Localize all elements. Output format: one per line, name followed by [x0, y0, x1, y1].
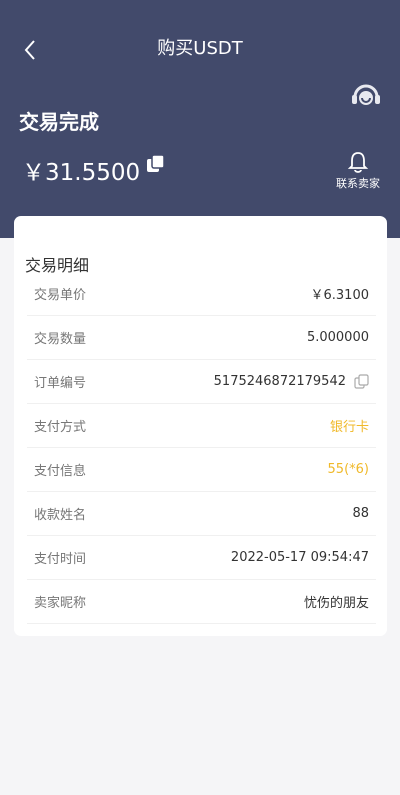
- detail-label: 支付信息: [34, 464, 87, 479]
- detail-row-payment-time: 支付时间 2022-05-17 09:54:47: [27, 536, 376, 580]
- detail-label: 支付方式: [34, 420, 87, 435]
- detail-label: 订单编号: [34, 376, 87, 391]
- detail-value: 银行卡: [329, 420, 369, 435]
- detail-label: 卖家昵称: [34, 596, 87, 611]
- bell-icon: [347, 152, 369, 173]
- detail-value: 55(*6): [327, 462, 369, 477]
- detail-value: 88: [352, 506, 369, 521]
- order-amount: ￥31.5500: [22, 160, 141, 186]
- detail-label: 收款姓名: [34, 508, 87, 523]
- page-title: 购买USDT: [157, 38, 243, 59]
- detail-value-with-copy: 5175246872179542: [214, 374, 369, 389]
- order-number-value: 5175246872179542: [213, 374, 346, 389]
- detail-row-payment-info: 支付信息 55(*6): [27, 448, 376, 492]
- detail-row-payment-method: 支付方式 银行卡: [27, 404, 376, 448]
- detail-row-seller-nickname: 卖家昵称 忧伤的朋友: [27, 580, 376, 624]
- detail-value: 5.000000: [306, 330, 369, 345]
- details-card: 交易明细 交易单价 ￥6.3100 交易数量 5.000000 订单编号 517…: [14, 216, 387, 636]
- header: 购买USDT 交易完成 ￥31.5500 联系卖家: [0, 0, 400, 238]
- detail-row-payee-name: 收款姓名 88: [27, 492, 376, 536]
- detail-label: 支付时间: [34, 552, 87, 567]
- copy-icon: [147, 154, 165, 172]
- contact-seller-button[interactable]: 联系卖家: [330, 151, 386, 191]
- detail-row-order-number: 订单编号 5175246872179542: [27, 360, 376, 404]
- details-list: 交易单价 ￥6.3100 交易数量 5.000000 订单编号 51752468…: [27, 272, 376, 624]
- contact-seller-label: 联系卖家: [336, 177, 380, 190]
- copy-icon[interactable]: [354, 374, 369, 389]
- detail-label: 交易数量: [34, 332, 87, 347]
- detail-label: 交易单价: [34, 288, 87, 303]
- detail-value: 2022-05-17 09:54:47: [230, 550, 369, 565]
- detail-row-quantity: 交易数量 5.000000: [27, 316, 376, 360]
- detail-value: ￥6.3100: [310, 288, 370, 303]
- headset-icon: [352, 84, 380, 105]
- detail-row-unit-price: 交易单价 ￥6.3100: [27, 272, 376, 316]
- customer-service-button[interactable]: [350, 82, 382, 108]
- copy-amount-button[interactable]: [146, 154, 166, 174]
- order-status: 交易完成: [19, 110, 99, 134]
- detail-value: 忧伤的朋友: [303, 596, 369, 611]
